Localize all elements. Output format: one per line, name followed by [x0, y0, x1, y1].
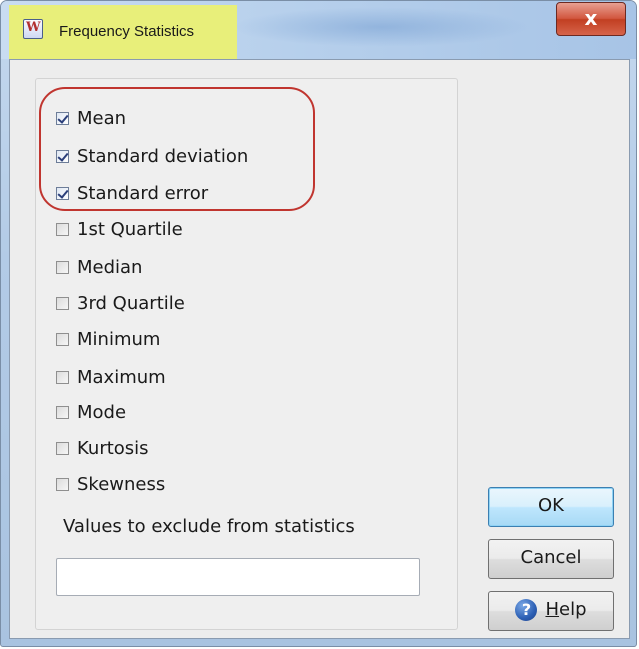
exclude-values-input[interactable]: [56, 558, 420, 596]
1st-quartile-checkbox[interactable]: [56, 222, 69, 236]
option-median[interactable]: Median: [56, 255, 142, 279]
mode-checkbox[interactable]: [56, 405, 69, 419]
standard-error-checkbox[interactable]: [56, 186, 69, 200]
dialog-window: W Frequency Statistics x Mean Standard d…: [0, 0, 637, 647]
help-label: Help: [545, 599, 586, 620]
mean-label[interactable]: Mean: [77, 108, 126, 129]
1st-quartile-label[interactable]: 1st Quartile: [77, 219, 183, 240]
standard-deviation-label[interactable]: Standard deviation: [77, 146, 248, 167]
minimum-label[interactable]: Minimum: [77, 329, 160, 350]
standard-deviation-checkbox[interactable]: [56, 149, 69, 163]
mean-checkbox[interactable]: [56, 111, 69, 125]
close-icon: x: [584, 6, 598, 30]
kurtosis-label[interactable]: Kurtosis: [77, 438, 149, 459]
option-mode[interactable]: Mode: [56, 400, 126, 424]
option-3rd-quartile[interactable]: 3rd Quartile: [56, 291, 185, 315]
cancel-button[interactable]: Cancel: [488, 539, 614, 579]
option-kurtosis[interactable]: Kurtosis: [56, 436, 149, 460]
title-bar[interactable]: W Frequency Statistics x: [1, 1, 636, 59]
close-button[interactable]: x: [556, 2, 626, 36]
app-icon-glyph: W: [26, 20, 41, 35]
help-label-rest: elp: [559, 599, 587, 620]
exclude-values-label: Values to exclude from statistics: [63, 516, 355, 537]
option-skewness[interactable]: Skewness: [56, 472, 165, 496]
option-1st-quartile[interactable]: 1st Quartile: [56, 217, 183, 241]
checkmark-icon: [57, 149, 69, 162]
minimum-checkbox[interactable]: [56, 332, 69, 346]
skewness-label[interactable]: Skewness: [77, 474, 165, 495]
window-title: Frequency Statistics: [59, 23, 195, 40]
maximum-label[interactable]: Maximum: [77, 367, 166, 388]
3rd-quartile-checkbox[interactable]: [56, 296, 69, 310]
mode-label[interactable]: Mode: [77, 402, 126, 423]
title-bar-glow: [231, 7, 531, 47]
option-minimum[interactable]: Minimum: [56, 327, 160, 351]
dialog-body: Mean Standard deviation Standard error 1…: [9, 59, 630, 639]
checkmark-icon: [57, 111, 69, 124]
help-icon: ?: [515, 599, 538, 621]
ok-button[interactable]: OK: [488, 487, 614, 527]
3rd-quartile-label[interactable]: 3rd Quartile: [77, 293, 185, 314]
median-checkbox[interactable]: [56, 260, 69, 274]
standard-error-label[interactable]: Standard error: [77, 183, 208, 204]
maximum-checkbox[interactable]: [56, 370, 69, 384]
checkmark-icon: [57, 186, 69, 199]
help-mnemonic: H: [545, 599, 560, 620]
median-label[interactable]: Median: [77, 257, 142, 278]
skewness-checkbox[interactable]: [56, 477, 69, 491]
app-icon[interactable]: W: [23, 19, 43, 39]
kurtosis-checkbox[interactable]: [56, 441, 69, 455]
option-maximum[interactable]: Maximum: [56, 365, 166, 389]
help-button[interactable]: ? Help: [488, 591, 614, 631]
option-standard-error[interactable]: Standard error: [56, 181, 208, 205]
option-mean[interactable]: Mean: [56, 106, 126, 130]
option-standard-deviation[interactable]: Standard deviation: [56, 144, 248, 168]
